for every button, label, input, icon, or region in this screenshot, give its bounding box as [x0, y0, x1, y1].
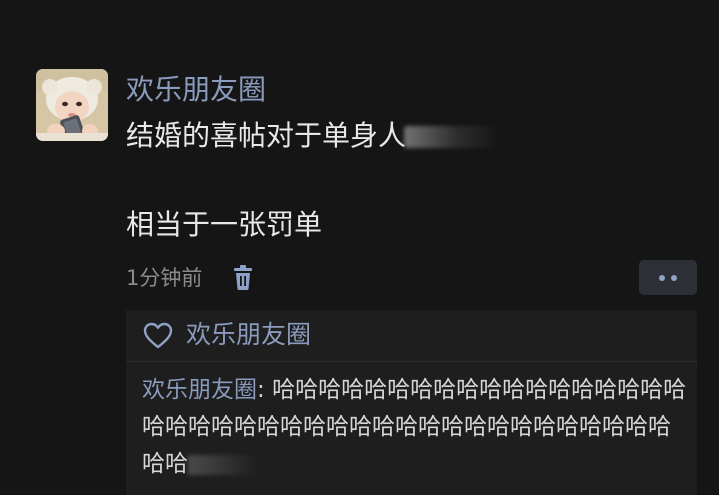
baby-with-phone-avatar-icon — [36, 69, 108, 141]
likes-comments-panel: 欢乐朋友圈 欢乐朋友圈: 哈哈哈哈哈哈哈哈哈哈哈哈哈哈哈哈哈哈哈哈哈哈哈哈哈哈哈… — [126, 310, 697, 495]
like-user-name[interactable]: 欢乐朋友圈 — [186, 316, 311, 354]
more-dots-icon — [659, 275, 665, 281]
trash-icon[interactable] — [231, 265, 255, 291]
comment-separator: : — [257, 377, 273, 403]
divider — [126, 361, 697, 362]
post-text-line-2: 相当于一张罚单 — [126, 208, 323, 241]
comment-author[interactable]: 欢乐朋友圈 — [142, 377, 257, 403]
post-timestamp: 1分钟前 — [126, 266, 203, 290]
moments-post: 欢乐朋友圈 结婚的喜帖对于单身人 相当于一张罚单 1分钟前 欢乐朋友圈 欢乐朋友… — [0, 0, 719, 495]
comment[interactable]: 欢乐朋友圈: 哈哈哈哈哈哈哈哈哈哈哈哈哈哈哈哈哈哈哈哈哈哈哈哈哈哈哈哈哈哈哈哈哈… — [142, 372, 687, 483]
likes-row: 欢乐朋友圈 — [126, 310, 697, 361]
heart-icon — [143, 322, 173, 350]
post-text-line-1: 结婚的喜帖对于单身人 — [126, 116, 501, 156]
more-actions-button[interactable] — [639, 260, 697, 295]
blurred-text-mask — [188, 454, 258, 475]
more-dots-icon — [671, 275, 677, 281]
post-author-name[interactable]: 欢乐朋友圈 — [126, 70, 266, 110]
blurred-text-mask — [404, 126, 501, 148]
avatar[interactable] — [36, 69, 108, 141]
post-text: 结婚的喜帖对于单身人 — [126, 119, 407, 152]
